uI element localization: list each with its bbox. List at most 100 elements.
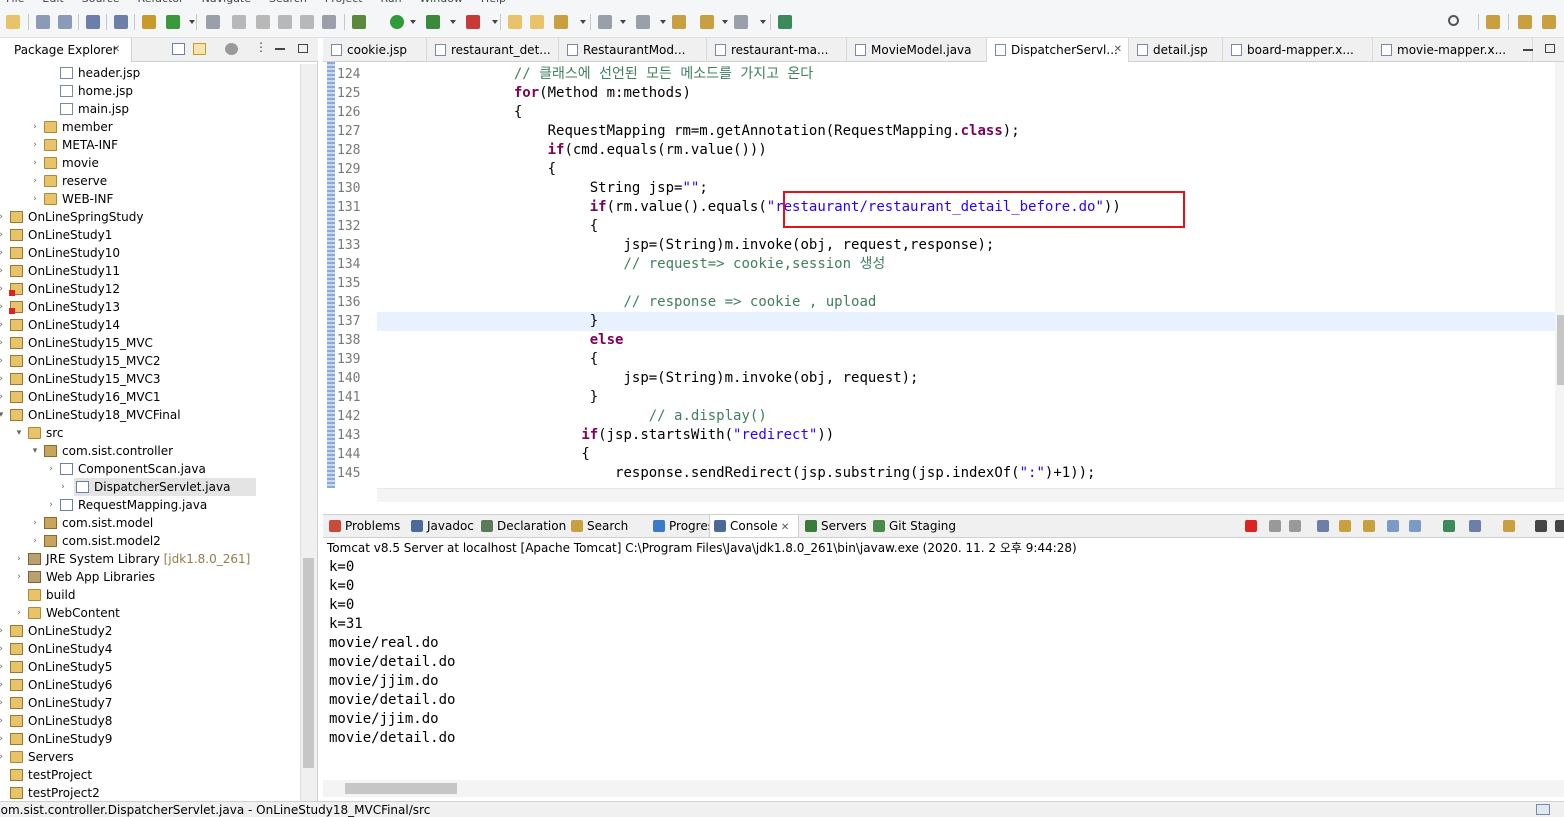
tree-item[interactable]: › OnLineStudy15_MVC3: [0, 370, 300, 388]
dropdown-arrow-icon[interactable]: [410, 20, 416, 24]
tree-item[interactable]: › RequestMapping.java: [0, 496, 300, 514]
run-icon[interactable]: [390, 15, 404, 29]
code-line[interactable]: {: [379, 350, 598, 369]
code-line[interactable]: response.sendRedirect(jsp.substring(jsp.…: [379, 464, 1095, 483]
tree-item[interactable]: › reserve: [0, 172, 300, 190]
terminal-icon[interactable]: [86, 15, 100, 29]
collapsed-arrow-icon[interactable]: ›: [0, 280, 6, 298]
prev-annotation-icon[interactable]: [636, 15, 650, 29]
collapsed-arrow-icon[interactable]: ›: [0, 334, 6, 352]
collapsed-arrow-icon[interactable]: ›: [46, 460, 56, 478]
pin-editor-icon[interactable]: [778, 15, 792, 29]
tree-item[interactable]: › OnLineStudy6: [0, 676, 300, 694]
collapsed-arrow-icon[interactable]: ›: [0, 694, 6, 712]
tab-declaration[interactable]: Declaration: [477, 515, 566, 537]
maximize-icon[interactable]: [1545, 44, 1555, 53]
editor-scroll-thumb[interactable]: [1557, 315, 1564, 385]
tree-item[interactable]: › OnLineStudy8: [0, 712, 300, 730]
minimize-icon[interactable]: [1523, 49, 1533, 51]
tree-item[interactable]: build: [0, 586, 300, 604]
tab-servers[interactable]: Servers: [801, 515, 867, 537]
forward-icon[interactable]: [734, 15, 748, 29]
code-line[interactable]: if(cmd.equals(rm.value())): [379, 141, 767, 160]
editor-tab[interactable]: MovieModel.java: [847, 38, 987, 62]
tree-item[interactable]: › Servers: [0, 748, 300, 766]
code-line[interactable]: // request=> cookie,session 생성: [379, 255, 885, 274]
code-editor[interactable]: 124 125 126 127 128 129 130 131 132 133 134 135 136 1…: [323, 62, 1564, 488]
collapsed-arrow-icon[interactable]: ›: [0, 316, 6, 334]
skip-breakpoints-icon[interactable]: [114, 15, 128, 29]
code-line[interactable]: // 클래스에 선언된 모든 메소드를 가지고 온다: [379, 65, 813, 84]
coverage-icon[interactable]: [426, 15, 440, 29]
close-icon[interactable]: ✕: [112, 38, 120, 62]
tree-item[interactable]: › JRE System Library [jdk1.8.0_261]: [0, 550, 300, 568]
tree-item[interactable]: › com.sist.model2: [0, 532, 300, 550]
dropdown-arrow-icon[interactable]: [620, 20, 626, 24]
tree-item[interactable]: › OnLineStudy12: [0, 280, 300, 298]
remove-all-icon[interactable]: [1289, 520, 1301, 532]
collapsed-arrow-icon[interactable]: ›: [0, 748, 6, 766]
save-all-icon[interactable]: [58, 15, 72, 29]
tree-item[interactable]: › WebContent: [0, 604, 300, 622]
next-annotation-icon[interactable]: [598, 15, 612, 29]
tree-item[interactable]: testProject: [0, 766, 300, 784]
package-explorer-scroll-thumb[interactable]: [303, 558, 314, 768]
collapsed-arrow-icon[interactable]: ›: [0, 352, 6, 370]
tree-item[interactable]: testProject2: [0, 784, 300, 802]
editor-vertical-scrollbar[interactable]: [1555, 62, 1564, 488]
show-on-stderr-icon[interactable]: [1409, 520, 1421, 532]
editor-tab[interactable]: RestaurantMod...: [559, 38, 707, 62]
new-icon[interactable]: [6, 15, 20, 29]
tree-item[interactable]: › OnLineStudy7: [0, 694, 300, 712]
tree-item[interactable]: ▾ com.sist.controller: [0, 442, 300, 460]
editor-tab[interactable]: restaurant-ma...: [707, 38, 847, 62]
view-menu-icon[interactable]: ⋮: [255, 40, 267, 54]
console-horizontal-scrollbar[interactable]: [323, 780, 1564, 797]
tree-item[interactable]: › OnLineStudy2: [0, 622, 300, 640]
close-icon[interactable]: ✕: [1114, 38, 1122, 62]
code-line[interactable]: {: [379, 160, 556, 179]
collapse-all-icon[interactable]: [172, 43, 185, 55]
clear-console-icon[interactable]: [1317, 520, 1329, 532]
expanded-arrow-icon[interactable]: ▾: [0, 406, 6, 424]
open-perspective-icon[interactable]: [1486, 15, 1500, 29]
open-project-icon[interactable]: [530, 15, 544, 29]
collapsed-arrow-icon[interactable]: ›: [0, 658, 6, 676]
open-type-icon[interactable]: [278, 15, 292, 29]
collapsed-arrow-icon[interactable]: ›: [14, 604, 24, 622]
tree-item[interactable]: › com.sist.model: [0, 514, 300, 532]
code-line[interactable]: RequestMapping rm=m.getAnnotation(Reques…: [379, 122, 1020, 141]
task-icon[interactable]: [232, 15, 246, 29]
external-tools-icon[interactable]: [466, 15, 480, 29]
collapsed-arrow-icon[interactable]: ›: [0, 262, 6, 280]
close-icon[interactable]: ✕: [778, 522, 789, 533]
java-perspective-icon[interactable]: [1542, 15, 1556, 29]
back-icon[interactable]: [700, 15, 714, 29]
console-output[interactable]: k=0 k=0 k=0 k=31 movie/real.do movie/detail.d…: [323, 558, 1564, 780]
search-java-icon[interactable]: [206, 15, 220, 29]
tree-item[interactable]: › movie: [0, 154, 300, 172]
tree-item[interactable]: ▾ OnLineStudy18_MVCFinal: [0, 406, 300, 424]
tree-item[interactable]: › OnLineStudy4: [0, 640, 300, 658]
collapsed-arrow-icon[interactable]: ›: [0, 640, 6, 658]
editor-tab[interactable]: movie-mapper.x...: [1373, 38, 1533, 62]
editor-tab[interactable]: restaurant_det...: [427, 38, 559, 62]
collapsed-arrow-icon[interactable]: ›: [46, 496, 56, 514]
collapsed-arrow-icon[interactable]: ›: [14, 568, 24, 586]
tab-javadoc[interactable]: Javadoc: [407, 515, 475, 537]
collapsed-arrow-icon[interactable]: ›: [58, 478, 68, 496]
dropdown-arrow-icon[interactable]: [189, 20, 195, 24]
collapsed-arrow-icon[interactable]: ›: [0, 712, 6, 730]
tree-item[interactable]: › OnLineStudy15_MVC2: [0, 352, 300, 370]
collapsed-arrow-icon[interactable]: ›: [30, 532, 40, 550]
tree-item[interactable]: › Web App Libraries: [0, 568, 300, 586]
dropdown-arrow-icon[interactable]: [580, 20, 586, 24]
collapsed-arrow-icon[interactable]: ›: [0, 388, 6, 406]
java-ee-perspective-icon[interactable]: [1518, 15, 1532, 29]
tab-package-explorer[interactable]: Package Explorer ✕: [0, 38, 132, 62]
pin-console-icon[interactable]: [1443, 520, 1455, 532]
collapsed-arrow-icon[interactable]: ›: [30, 136, 40, 154]
tab-git-staging[interactable]: Git Staging: [869, 515, 959, 537]
code-line[interactable]: String jsp="";: [379, 179, 708, 198]
collapsed-arrow-icon[interactable]: ›: [30, 154, 40, 172]
